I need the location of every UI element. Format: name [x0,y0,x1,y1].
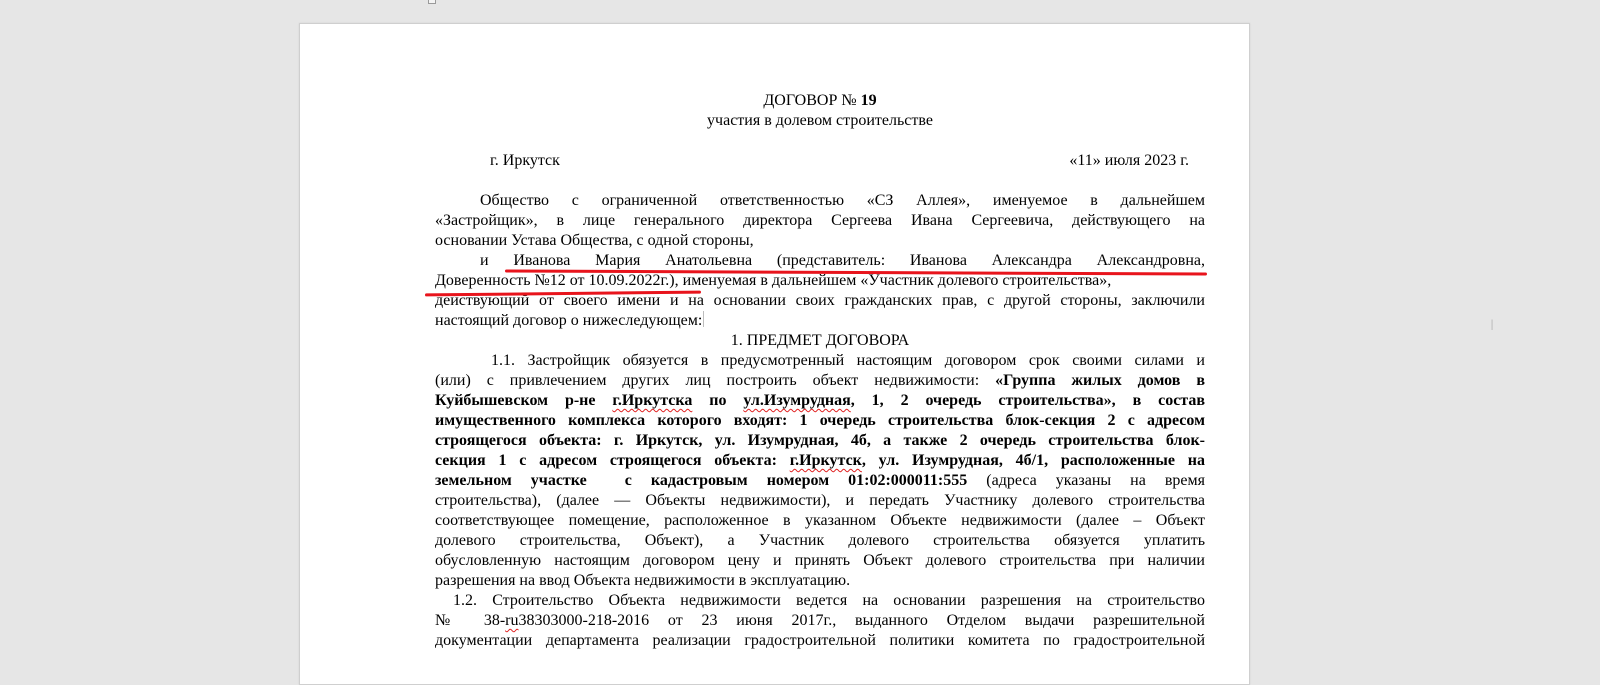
clause-bold-text: Куйбышевском р-не [435,392,613,409]
clause-bold-text: «Группа жилых домов в [995,372,1205,389]
clause-text: (или) с привлечением других лиц построит… [435,372,996,389]
clause-line: строящегося объекта: г. Иркутск, ул. Изу… [435,432,1205,449]
clause-line: соответствующее помещение, расположенное… [435,512,1205,529]
section-heading: 1. ПРЕДМЕТ ДОГОВОРА [730,332,910,349]
clause-line: имущественного комплекса которого входят… [435,412,1205,429]
title-prefix: ДОГОВОР № [763,92,857,109]
clause-line: № 38-ru38303000-218-2016 от 23 июня 2017… [435,611,1205,631]
intro-line: Общество с ограниченной ответственностью… [480,192,1205,209]
contract-number: 19 [860,92,877,109]
city: г. Иркутск [490,152,560,169]
spellcheck-word[interactable]: г.Иркутска [612,392,692,409]
clause-line: строительства), (далее — Объекты недвижи… [435,492,1205,509]
text-caret [703,311,705,327]
spellcheck-word[interactable]: г.Иркутск [790,452,862,469]
spellcheck-word[interactable]: ru [505,612,518,629]
cadastral-number: земельном участке с кадастровым номером … [435,472,968,489]
clause-line: обусловленную настоящим договором цену и… [435,552,1205,569]
ruler-indent-marker[interactable] [428,0,436,4]
intro-line: настоящий договор о нижеследующем: [435,311,1205,331]
intro-line: основании Устава Общества, с одной сторо… [435,232,754,249]
clause-line: секция 1 с адресом строящегося объекта: … [435,451,1205,471]
clause-text: (адреса указаны на время [967,472,1205,489]
text-cursor-icon: Ⅰ [1490,318,1495,334]
clause-bold-text: по [692,392,744,409]
intro-last-text: настоящий договор о нижеследующем: [435,312,703,329]
clause-line: 1.2. Строительство Объекта недвижимости … [453,592,1205,609]
clause-bold-text: , ул. Изумрудная, 4б/1, расположенные на [861,452,1205,469]
intro-line: «Застройщик», в лице генерального директ… [435,212,1205,229]
clause-line: разрешения на ввод Объекта недвижимости … [435,572,851,589]
contract-date: «11» июля 2023 г. [1069,152,1189,169]
contract-title: ДОГОВОР № 19 [435,91,1205,111]
participant-name: Иванова Мария Анатольевна (представитель… [513,252,1206,269]
clause-line: документации департамента реализации гра… [435,632,1205,649]
party-prefix: и [480,252,514,269]
spellcheck-word[interactable]: ул.Изумрудная [743,392,850,409]
power-of-attorney: Доверенность №12 от 10.09.2022г. [435,272,670,289]
clause-text: № 38- [435,612,506,629]
clause-line: Куйбышевском р-не г.Иркутска по ул.Изумр… [435,391,1205,411]
clause-line: земельном участке с кадастровым номером … [435,471,1205,491]
clause-line: 1.1. Застройщик обязуется в предусмотрен… [491,352,1205,369]
clause-text: 38303000-218-2016 от 23 июня 2017г., выд… [518,612,1205,629]
clause-line: (или) с привлечением других лиц построит… [435,371,1205,391]
clause-line: долевого строительства, Объект), а Участ… [435,532,1205,549]
contract-subtitle: участия в долевом строительстве [707,112,933,129]
clause-bold-text: секция 1 с адресом строящегося объекта: [435,452,790,469]
clause-bold-text: , 1, 2 очередь строительства», в состав [850,392,1205,409]
intro-party-line: и Иванова Мария Анатольевна (представите… [480,251,1205,271]
